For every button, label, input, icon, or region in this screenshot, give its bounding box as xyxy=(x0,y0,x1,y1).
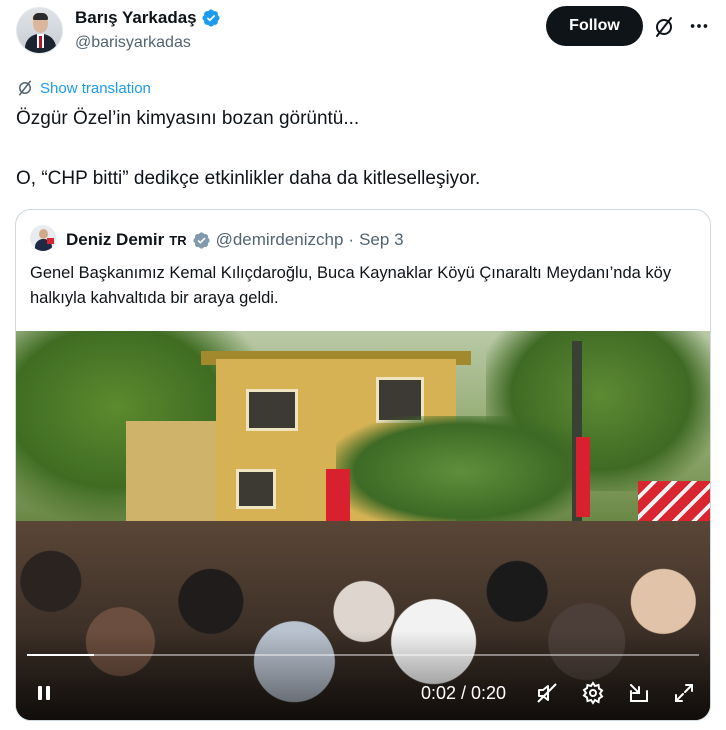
grok-icon[interactable] xyxy=(652,15,676,39)
quote-header: Deniz Demir TR @demirdenizchp · Sep 3 xyxy=(66,230,404,250)
video-time: 0:02 / 0:20 xyxy=(421,683,507,703)
mute-icon[interactable] xyxy=(535,681,559,705)
quote-author-avatar[interactable] xyxy=(30,225,56,251)
quote-separator: · xyxy=(348,230,355,249)
video-controls: 0:02 / 0:20 xyxy=(16,677,710,711)
author-avatar[interactable] xyxy=(16,7,63,54)
author-handle[interactable]: @barisyarkadas xyxy=(75,34,191,52)
tweet-text-line: Özgür Özel’in kimyasını bozan görüntü... xyxy=(16,108,360,129)
tweet-text-line: O, “CHP bitti” dedikçe etkinlikler daha … xyxy=(16,168,481,189)
video-progress-fill xyxy=(27,654,95,656)
settings-icon[interactable] xyxy=(581,681,605,705)
more-horizontal-icon[interactable] xyxy=(688,15,710,37)
author-name-row[interactable]: Barış Yarkadaş xyxy=(75,8,221,28)
verified-badge-icon xyxy=(202,9,220,27)
quote-text: Genel Başkanımız Kemal Kılıçdaroğlu, Buc… xyxy=(30,264,672,307)
pip-icon[interactable] xyxy=(627,681,651,705)
verified-badge-icon xyxy=(192,231,210,249)
quote-date[interactable]: Sep 3 xyxy=(359,230,403,250)
show-translation-label[interactable]: Show translation xyxy=(40,80,151,97)
turkish-flag xyxy=(576,437,590,517)
turkish-flag xyxy=(326,469,350,521)
follow-button[interactable]: Follow xyxy=(546,6,643,46)
show-translation-link[interactable]: Show translation xyxy=(16,79,151,97)
grok-translate-icon xyxy=(19,80,31,96)
quote-country-tag: TR xyxy=(169,232,187,248)
quoted-tweet-card[interactable]: Deniz Demir TR @demirdenizchp · Sep 3 Ge… xyxy=(15,209,711,721)
quote-author-name[interactable]: Deniz Demir xyxy=(66,230,164,250)
quote-author-handle[interactable]: @demirdenizchp xyxy=(216,230,344,250)
video-progress-bar[interactable] xyxy=(27,654,699,656)
author-name[interactable]: Barış Yarkadaş xyxy=(75,8,197,28)
fullscreen-icon[interactable] xyxy=(672,681,696,705)
tweet-text: Özgür Özel’in kimyasını bozan görüntü...… xyxy=(16,107,480,191)
pause-icon[interactable] xyxy=(32,681,56,705)
video-player[interactable]: 0:02 / 0:20 xyxy=(16,331,710,720)
